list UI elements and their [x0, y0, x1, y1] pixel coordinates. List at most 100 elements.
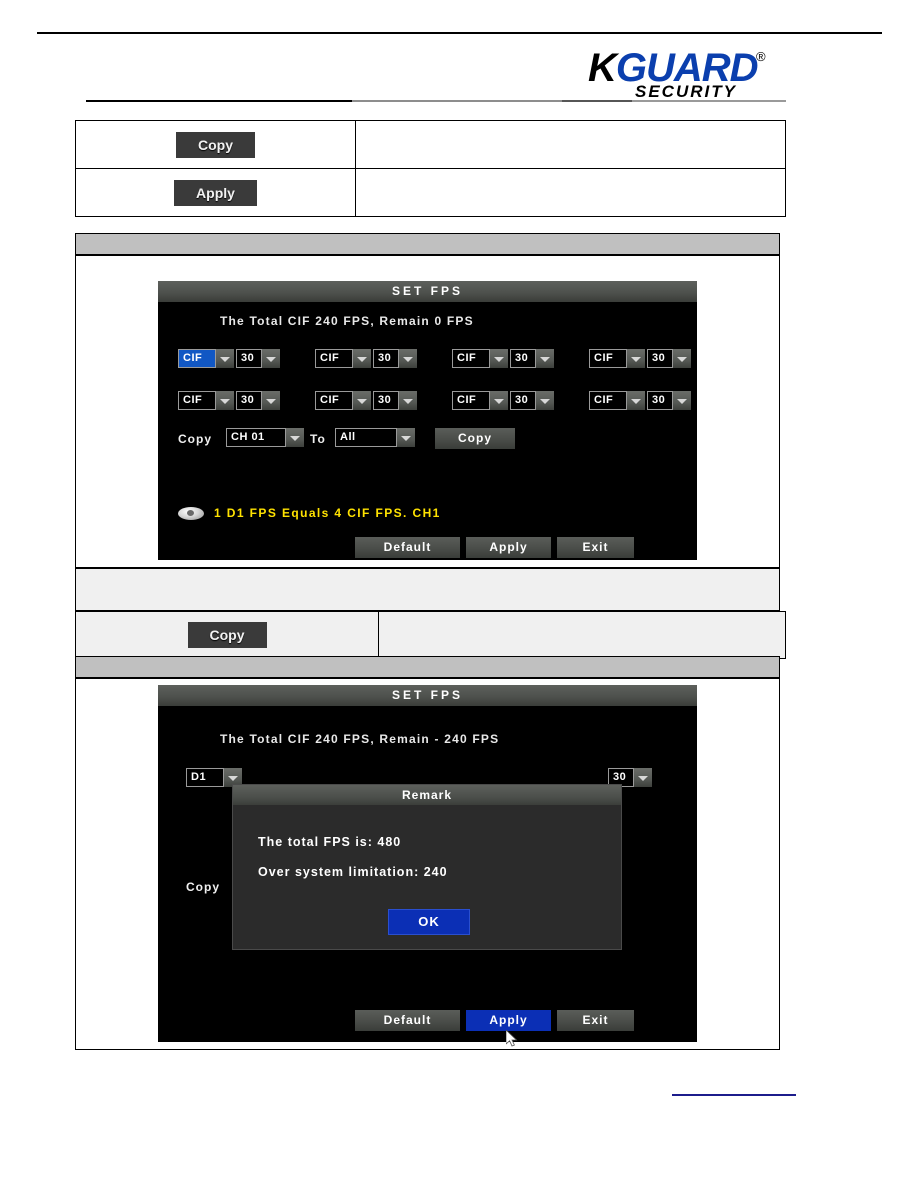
panel-title: SET FPS: [158, 685, 697, 706]
mouse-cursor-icon: [505, 1029, 518, 1048]
exit-button[interactable]: Exit: [557, 537, 634, 558]
fps-value-ch7: 30: [510, 391, 536, 410]
chevron-down-icon[interactable]: [627, 349, 645, 368]
copy-source-combo[interactable]: CH 01: [226, 428, 304, 447]
default-button[interactable]: Default: [355, 537, 460, 558]
fps-value-ch4: 30: [647, 349, 673, 368]
kguard-logo: KGUARD ® SECURITY: [588, 46, 773, 101]
page-top-rule: [37, 32, 882, 34]
section-band-upper: [75, 233, 780, 255]
chevron-down-icon[interactable]: [216, 349, 234, 368]
chevron-down-icon[interactable]: [353, 391, 371, 410]
fps-combo-ch4[interactable]: 30: [647, 349, 691, 368]
chevron-down-icon[interactable]: [399, 349, 417, 368]
resolution-value-ch6: CIF: [315, 391, 353, 410]
ok-button[interactable]: OK: [388, 909, 470, 935]
fps-value-ch8: 30: [647, 391, 673, 410]
table-cell-description: [378, 611, 786, 659]
apply-button[interactable]: Apply: [174, 179, 257, 206]
doc-table-mid: Copy: [75, 611, 786, 659]
resolution-combo-ch1[interactable]: CIF: [178, 349, 234, 368]
chevron-down-icon[interactable]: [536, 391, 554, 410]
chevron-down-icon[interactable]: [673, 349, 691, 368]
dialog-message-line-2: Over system limitation: 240: [258, 865, 448, 879]
table-cell-button: Copy: [75, 611, 379, 659]
fps-combo-ch3[interactable]: 30: [510, 349, 554, 368]
copy-button[interactable]: Copy: [176, 131, 255, 158]
doc-table-top: Copy Apply: [75, 120, 786, 217]
chevron-down-icon[interactable]: [262, 349, 280, 368]
chevron-down-icon[interactable]: [216, 391, 234, 410]
copy-apply-button[interactable]: Copy: [435, 428, 515, 449]
chevron-down-icon[interactable]: [536, 349, 554, 368]
table-row: Copy: [75, 120, 786, 169]
dvr-set-fps-panel-1: SET FPS The Total CIF 240 FPS, Remain 0 …: [158, 281, 697, 560]
fps-value-ch3: 30: [510, 349, 536, 368]
chevron-down-icon[interactable]: [353, 349, 371, 368]
total-fps-status: The Total CIF 240 FPS, Remain 0 FPS: [220, 314, 474, 328]
copy-target-combo[interactable]: All: [335, 428, 415, 447]
registered-trademark-icon: ®: [756, 49, 766, 64]
chevron-down-icon[interactable]: [490, 349, 508, 368]
section-band-lower: [75, 656, 780, 678]
table-cell-button: Copy: [75, 120, 356, 169]
resolution-combo-ch3[interactable]: CIF: [452, 349, 508, 368]
copy-source-value: CH 01: [226, 428, 286, 447]
fps-value-ch6: 30: [373, 391, 399, 410]
fps-combo-ch6[interactable]: 30: [373, 391, 417, 410]
panel-title: SET FPS: [158, 281, 697, 302]
resolution-combo-ch4[interactable]: CIF: [589, 349, 645, 368]
resolution-combo-ch7[interactable]: CIF: [452, 391, 508, 410]
table-row: Copy: [75, 611, 786, 659]
dialog-message-line-1: The total FPS is: 480: [258, 835, 402, 849]
copy-row-label: Copy: [178, 432, 212, 446]
copy-row-label: Copy: [186, 880, 220, 894]
fps-combo-ch7[interactable]: 30: [510, 391, 554, 410]
resolution-value-ch4: CIF: [589, 349, 627, 368]
resolution-combo-ch5[interactable]: CIF: [178, 391, 234, 410]
resolution-value-ch3: CIF: [452, 349, 490, 368]
fps-combo-ch5[interactable]: 30: [236, 391, 280, 410]
apply-button[interactable]: Apply: [466, 537, 551, 558]
chevron-down-icon[interactable]: [634, 768, 652, 787]
fps-combo-ch2[interactable]: 30: [373, 349, 417, 368]
default-button[interactable]: Default: [355, 1010, 460, 1031]
chevron-down-icon[interactable]: [399, 391, 417, 410]
table-cell-button: Apply: [75, 168, 356, 217]
resolution-value-ch2: CIF: [315, 349, 353, 368]
doc-blank-row: [75, 568, 780, 611]
fps-value-ch1: 30: [236, 349, 262, 368]
logo-letter-k: K: [588, 46, 617, 90]
hint-note: 1 D1 FPS Equals 4 CIF FPS. CH1: [178, 506, 441, 520]
apply-button[interactable]: Apply: [466, 1010, 551, 1031]
footer-link-underline[interactable]: [672, 1094, 796, 1096]
chevron-down-icon[interactable]: [673, 391, 691, 410]
chevron-down-icon[interactable]: [262, 391, 280, 410]
resolution-combo-ch6[interactable]: CIF: [315, 391, 371, 410]
hint-note-text: 1 D1 FPS Equals 4 CIF FPS. CH1: [214, 506, 441, 520]
table-cell-description: [355, 168, 786, 217]
exit-button[interactable]: Exit: [557, 1010, 634, 1031]
dialog-title: Remark: [233, 785, 621, 805]
resolution-value-ch5: CIF: [178, 391, 216, 410]
copy-target-value: All: [335, 428, 397, 447]
chevron-down-icon[interactable]: [627, 391, 645, 410]
chevron-down-icon[interactable]: [397, 428, 415, 447]
resolution-combo-ch8[interactable]: CIF: [589, 391, 645, 410]
logo-tagline: SECURITY: [635, 82, 737, 101]
fps-combo-ch8[interactable]: 30: [647, 391, 691, 410]
fps-combo-ch1[interactable]: 30: [236, 349, 280, 368]
fps-value-ch2: 30: [373, 349, 399, 368]
chevron-down-icon[interactable]: [490, 391, 508, 410]
resolution-value-ch1: D1: [186, 768, 224, 787]
total-fps-status: The Total CIF 240 FPS, Remain - 240 FPS: [220, 732, 500, 746]
resolution-value-ch8: CIF: [589, 391, 627, 410]
table-row: Apply: [75, 168, 786, 217]
chevron-down-icon[interactable]: [286, 428, 304, 447]
info-disc-icon: [178, 506, 204, 520]
fps-value-ch5: 30: [236, 391, 262, 410]
copy-to-label: To: [310, 432, 326, 446]
copy-button[interactable]: Copy: [187, 622, 267, 648]
resolution-value-ch7: CIF: [452, 391, 490, 410]
resolution-combo-ch2[interactable]: CIF: [315, 349, 371, 368]
